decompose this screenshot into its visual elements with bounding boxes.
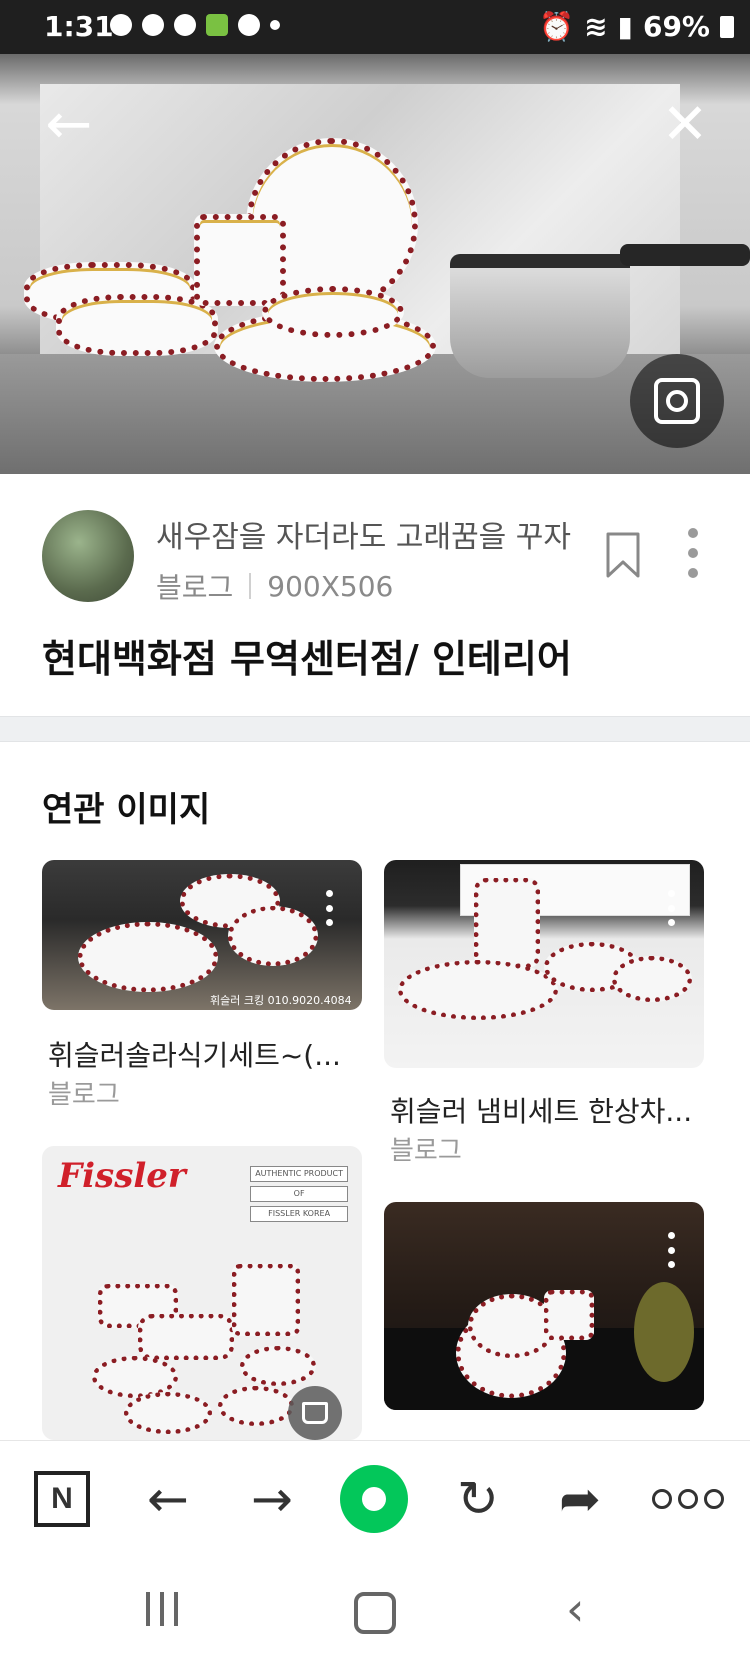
related-image-card[interactable]: 휘슬러 크킹 010.9020.4084: [42, 860, 362, 1010]
more-notifications-icon: [270, 20, 280, 30]
system-navigation-bar: ‹: [0, 1562, 750, 1666]
pot: [450, 254, 630, 378]
wifi-icon: ≋: [584, 10, 608, 43]
alarm-icon: ⏰: [539, 10, 575, 43]
image-meta: 블로그 900X506: [156, 566, 393, 606]
reload-button[interactable]: ↻: [438, 1459, 518, 1539]
related-images-heading: 연관 이미지: [42, 790, 211, 830]
back-button[interactable]: ←: [128, 1459, 208, 1539]
related-image-card[interactable]: Fissler AUTHENTIC PRODUCT OF FISSLER KOR…: [42, 1146, 362, 1440]
home-icon[interactable]: [354, 1592, 396, 1634]
forward-button[interactable]: →: [232, 1459, 312, 1539]
meta-separator: [249, 573, 252, 599]
related-title[interactable]: 휘슬러 냄비세트 한상차...: [390, 1090, 692, 1130]
plate-bowl: [56, 294, 218, 356]
card-more-icon[interactable]: [326, 890, 334, 926]
main-image[interactable]: ← ✕: [0, 54, 750, 474]
related-image-card[interactable]: [384, 1202, 704, 1410]
authentic-badge: AUTHENTIC PRODUCT OF FISSLER KOREA: [250, 1166, 348, 1226]
naver-home-button[interactable]: N: [22, 1459, 102, 1539]
system-back-icon[interactable]: ‹: [566, 1582, 584, 1636]
notification-icons: [110, 14, 280, 36]
app-green-icon: [206, 14, 228, 36]
related-source: 블로그: [48, 1080, 120, 1110]
related-image: [384, 860, 704, 1068]
related-source: 블로그: [390, 1136, 462, 1166]
card-more-icon[interactable]: [668, 1232, 676, 1268]
related-title[interactable]: 휘슬러솔라식기세트~(...: [48, 1034, 341, 1074]
lens-search-button[interactable]: [630, 354, 724, 448]
lens-icon: [654, 378, 700, 424]
status-right: ⏰ ≋ ▮ 69%: [539, 10, 734, 43]
image-dimensions: 900X506: [267, 569, 394, 603]
blog-name[interactable]: 새우잠을 자더라도 고래꿈을 꾸자: [156, 512, 571, 556]
shopping-bag-icon[interactable]: [288, 1386, 342, 1440]
status-bar: 1:31 ⏰ ≋ ▮ 69%: [0, 0, 750, 54]
recent-apps-icon[interactable]: [146, 1592, 178, 1626]
more-dots-icon: [652, 1489, 724, 1509]
browser-toolbar: N ← → ↻ ➦: [0, 1440, 750, 1561]
bookmark-icon[interactable]: [606, 532, 640, 578]
app-notification-icon: [174, 14, 196, 36]
image-watermark: 휘슬러 크킹 010.9020.4084: [210, 994, 352, 1007]
green-dot-button[interactable]: [334, 1459, 414, 1539]
cup: [194, 214, 286, 306]
battery-percent: 69%: [642, 10, 710, 43]
source-label: 블로그: [156, 571, 234, 604]
related-image: [384, 1202, 704, 1410]
related-image-card[interactable]: [384, 860, 704, 1068]
section-divider: [0, 716, 750, 742]
close-icon[interactable]: ✕: [650, 90, 720, 160]
more-options-icon[interactable]: [686, 528, 700, 578]
back-arrow-icon[interactable]: ←: [34, 90, 104, 160]
pot-handle: [620, 244, 750, 266]
app-notification-icon: [142, 14, 164, 36]
status-time: 1:31: [44, 10, 114, 43]
fissler-logo: Fissler: [58, 1156, 186, 1196]
signal-icon: ▮: [617, 10, 633, 43]
share-button[interactable]: ➦: [540, 1459, 620, 1539]
page-title[interactable]: 현대백화점 무역센터점/ 인테리어: [42, 628, 572, 683]
facebook-icon: [238, 14, 260, 36]
avatar[interactable]: [42, 510, 134, 602]
related-image: 휘슬러 크킹 010.9020.4084: [42, 860, 362, 1010]
talk-icon: [110, 14, 132, 36]
plate-stack: [262, 286, 404, 338]
naver-n-icon: N: [34, 1471, 90, 1527]
green-dot-icon: [340, 1465, 408, 1533]
battery-icon: [720, 15, 734, 38]
more-menu-button[interactable]: [648, 1459, 728, 1539]
card-more-icon[interactable]: [668, 890, 676, 926]
